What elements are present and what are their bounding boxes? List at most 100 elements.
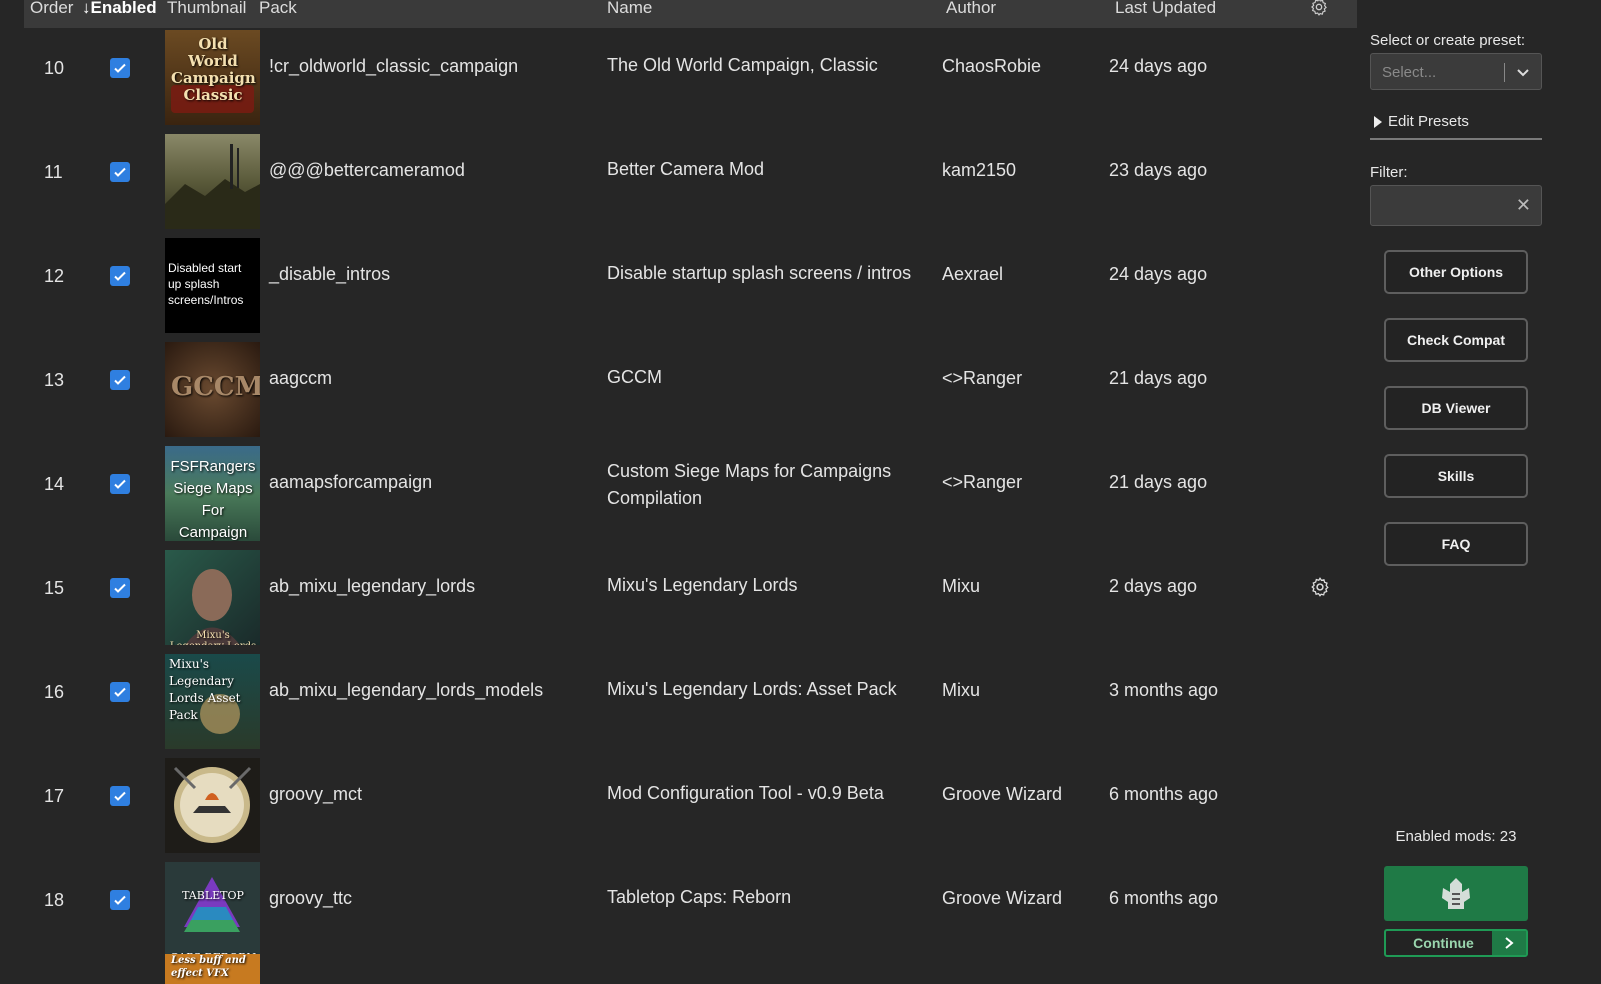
author-cell: Mixu	[942, 680, 981, 700]
enabled-checkbox[interactable]	[110, 474, 130, 494]
enabled-checkbox[interactable]	[110, 370, 130, 390]
name-cell: Mixu's Legendary Lords: Asset Pack	[607, 679, 897, 699]
enabled-checkbox[interactable]	[110, 58, 130, 78]
thumbnail-label: Mixu's Legendary Lords Asset Pack	[169, 657, 241, 722]
thumbnail-label: GCCM	[171, 372, 260, 402]
pack-cell: !cr_oldworld_classic_campaign	[269, 56, 519, 76]
header-last-updated[interactable]: Last Updated	[1115, 0, 1216, 16]
table-row[interactable]: 11 @@@bettercameramod Better Camera Mod …	[24, 134, 1357, 238]
mod-thumbnail	[165, 134, 260, 229]
enabled-checkbox[interactable]	[110, 682, 130, 702]
pack-cell: aamapsforcampaign	[269, 472, 433, 492]
mod-thumbnail: GCCM	[165, 342, 260, 437]
updated-cell: 6 months ago	[1109, 888, 1219, 908]
filter-label: Filter:	[1370, 164, 1408, 181]
faq-button[interactable]: FAQ	[1384, 522, 1528, 566]
row-order: 13	[44, 370, 65, 390]
name-cell: Custom Siege Maps for Campaigns Compilat…	[607, 461, 892, 508]
header-pack[interactable]: Pack	[259, 0, 297, 16]
table-row[interactable]: 13 GCCM aagccm GCCM <>Ranger 21 days ago	[24, 342, 1357, 446]
table-header: Order ↓Enabled Thumbnail Pack Name Autho…	[24, 0, 1357, 28]
mod-thumbnail: TABLETOP CAPS REBORN	[165, 862, 260, 957]
checkmark-icon	[114, 167, 126, 177]
author-cell: <>Ranger	[942, 368, 1023, 388]
enabled-checkbox[interactable]	[110, 162, 130, 182]
updated-cell: 24 days ago	[1109, 264, 1208, 284]
checkmark-icon	[114, 479, 126, 489]
enabled-checkbox[interactable]	[110, 578, 130, 598]
preset-placeholder: Select...	[1382, 64, 1437, 81]
pack-cell: groovy_mct	[269, 784, 363, 804]
updated-cell: 21 days ago	[1109, 368, 1208, 388]
name-cell: Mod Configuration Tool - v0.9 Beta	[607, 783, 884, 803]
mod-thumbnail: Disabled start up splash screens/Intros	[165, 238, 260, 333]
updated-cell: 3 months ago	[1109, 680, 1219, 700]
checkmark-icon	[114, 63, 126, 73]
name-cell: Better Camera Mod	[607, 159, 765, 179]
continue-button[interactable]: Continue	[1384, 929, 1528, 957]
checkmark-icon	[114, 791, 126, 801]
updated-cell: 2 days ago	[1109, 576, 1198, 596]
header-order[interactable]: Order	[30, 0, 73, 16]
header-enabled[interactable]: ↓Enabled	[82, 0, 157, 16]
header-author[interactable]: Author	[946, 0, 996, 16]
name-cell: GCCM	[607, 367, 662, 387]
other-options-button[interactable]: Other Options	[1384, 250, 1528, 294]
table-row[interactable]: 17 groovy_mct Mod Configuration Tool - v…	[24, 758, 1357, 862]
updated-cell: 6 months ago	[1109, 784, 1219, 804]
mod-table: Order ↓Enabled Thumbnail Pack Name Autho…	[24, 0, 1357, 984]
enabled-checkbox[interactable]	[110, 266, 130, 286]
table-row[interactable]: 15 Mixu's Legendary Lords ab_mixu_legend…	[24, 550, 1357, 654]
row-order: 12	[44, 266, 65, 286]
expand-triangle-icon	[1374, 116, 1382, 128]
play-button[interactable]	[1384, 866, 1528, 921]
filter-input[interactable]: ✕	[1370, 185, 1542, 226]
check-compat-button[interactable]: Check Compat	[1384, 318, 1528, 362]
chevron-right-icon	[1492, 931, 1526, 955]
thumbnail-label: Old World Campaign Classic	[171, 35, 256, 104]
edit-presets-toggle[interactable]: Edit Presets	[1370, 112, 1542, 140]
thumbnail-label: Mixu's Legendary Lords	[170, 630, 256, 645]
name-cell: Disable startup splash screens / intros	[607, 263, 912, 283]
thumbnail-label: Less buff and effect VFX	[171, 955, 246, 979]
row-order: 10	[44, 58, 65, 78]
table-row[interactable]: 18 TABLETOP CAPS REBORN groovy_ttc Table…	[24, 862, 1357, 966]
table-row[interactable]: 12 Disabled start up splash screens/Intr…	[24, 238, 1357, 342]
pack-cell: groovy_ttc	[269, 888, 353, 908]
column-settings-gear-icon[interactable]	[1309, 0, 1329, 17]
db-viewer-button[interactable]: DB Viewer	[1384, 386, 1528, 430]
mod-thumbnail: FSFRangers Siege Maps For Campaign	[165, 446, 260, 541]
row-order: 14	[44, 474, 65, 494]
author-cell: Mixu	[942, 576, 981, 596]
clear-filter-icon[interactable]: ✕	[1516, 195, 1531, 216]
updated-cell: 24 days ago	[1109, 56, 1208, 76]
thumbnail-label: FSFRangers Siege Maps For Campaign	[170, 458, 256, 541]
checkmark-icon	[114, 895, 126, 905]
enabled-checkbox[interactable]	[110, 786, 130, 806]
table-row[interactable]: 14 FSFRangers Siege Maps For Campaign aa…	[24, 446, 1357, 550]
table-row[interactable]: 16 Mixu's Legendary Lords Asset Pack ab_…	[24, 654, 1357, 758]
row-order: 15	[44, 578, 65, 598]
table-row[interactable]: 10 Old World Campaign Classic !cr_oldwor…	[24, 30, 1357, 134]
enabled-checkbox[interactable]	[110, 890, 130, 910]
thumbnail-label: Disabled start up splash screens/Intros	[168, 261, 244, 307]
thumbnail-label: TABLETOP CAPS REBORN	[170, 889, 256, 957]
name-cell: The Old World Campaign, Classic	[607, 55, 878, 75]
chevron-down-icon[interactable]	[1515, 64, 1531, 80]
mod-settings-gear-icon[interactable]	[1309, 576, 1331, 598]
row-order: 17	[44, 786, 65, 806]
header-name[interactable]: Name	[607, 0, 652, 16]
pack-cell: @@@bettercameramod	[269, 160, 465, 180]
select-separator	[1504, 63, 1505, 82]
header-thumbnail[interactable]: Thumbnail	[167, 0, 246, 16]
mod-thumbnail: Less buff and effect VFX	[165, 954, 260, 984]
enabled-mods-count: Enabled mods: 23	[1395, 828, 1517, 845]
updated-cell: 23 days ago	[1109, 160, 1208, 180]
table-row[interactable]: Less buff and effect VFX	[24, 954, 1357, 984]
skills-button[interactable]: Skills	[1384, 454, 1528, 498]
row-order: 16	[44, 682, 65, 702]
preset-select[interactable]: Select...	[1370, 53, 1542, 90]
author-cell: kam2150	[942, 160, 1017, 180]
author-cell: ChaosRobie	[942, 56, 1042, 76]
row-order: 18	[44, 890, 65, 910]
